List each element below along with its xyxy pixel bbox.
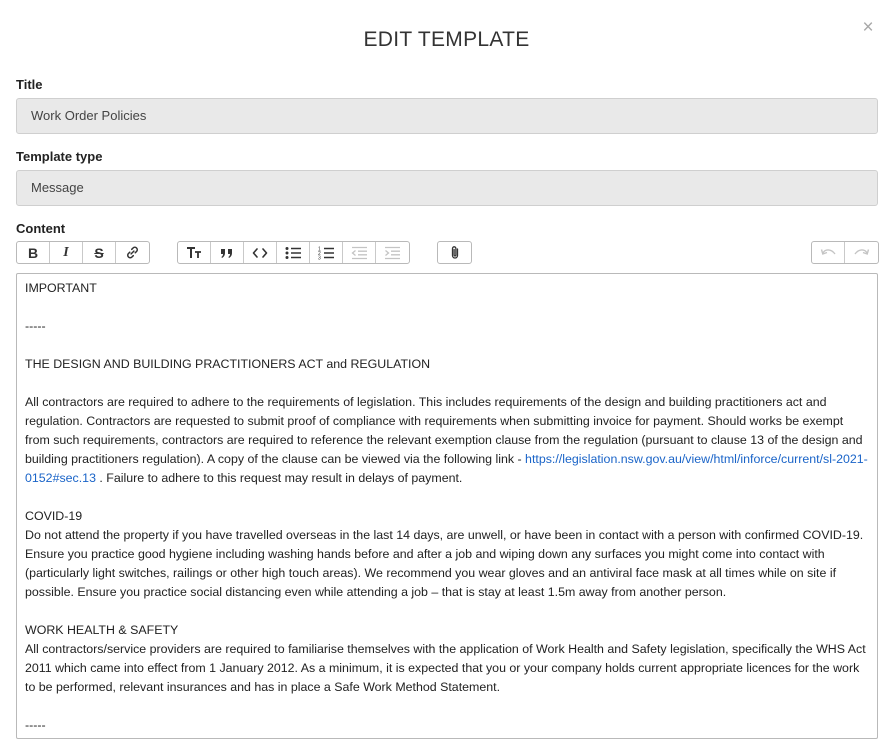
template-type-select[interactable]: Message (16, 170, 878, 206)
title-label: Title (16, 77, 43, 92)
content-label: Content (16, 221, 66, 236)
dialog-title: EDIT TEMPLATE (363, 28, 530, 51)
numbered-list-icon: 1 2 3 (318, 246, 334, 260)
whs-paragraph: All contractors/service providers are re… (25, 642, 866, 694)
whs-heading: WORK HEALTH & SAFETY (25, 623, 179, 637)
separator-line: ----- (25, 718, 46, 732)
attachment-icon (451, 246, 458, 259)
strikethrough-button[interactable]: S (83, 242, 116, 263)
bullet-list-button[interactable] (277, 242, 310, 263)
numbered-list-button[interactable]: 1 2 3 (310, 242, 343, 263)
dbp-paragraph: All contractors are required to adhere t… (25, 393, 869, 488)
history-toolbar (811, 241, 879, 264)
link-icon (127, 246, 138, 259)
dbp-text-end: . Failure to adhere to this request may … (95, 471, 463, 485)
template-type-label: Template type (16, 149, 103, 164)
outdent-icon (350, 246, 367, 259)
indent-button[interactable] (376, 242, 409, 263)
quote-icon (221, 248, 232, 258)
covid-paragraph: Do not attend the property if you have t… (25, 528, 864, 599)
bold-button[interactable]: B (17, 242, 50, 263)
redo-button[interactable] (845, 242, 878, 263)
bold-icon: B (27, 244, 39, 261)
undo-icon (820, 249, 836, 255)
italic-icon: I (63, 244, 69, 260)
attachment-toolbar (437, 241, 472, 264)
heading-button[interactable] (178, 242, 211, 263)
bullet-list-icon (285, 246, 301, 259)
attach-file-button[interactable] (438, 242, 471, 263)
heading-icon (187, 246, 201, 258)
covid-heading: COVID-19 (25, 509, 83, 523)
close-icon[interactable]: × (860, 18, 876, 37)
block-toolbar: 1 2 3 (177, 241, 410, 264)
dbp-heading: THE DESIGN AND BUILDING PRACTITIONERS AC… (25, 357, 431, 371)
title-field[interactable]: Work Order Policies (16, 98, 878, 134)
text-style-toolbar: B I S (16, 241, 150, 264)
indent-icon (385, 246, 400, 259)
italic-button[interactable]: I (50, 242, 83, 263)
svg-text:3: 3 (318, 255, 321, 260)
separator-line: ----- (25, 319, 46, 333)
undo-button[interactable] (812, 242, 845, 263)
important-line: IMPORTANT (25, 281, 97, 295)
content-editor[interactable]: IMPORTANT ----- THE DESIGN AND BUILDING … (16, 273, 878, 739)
quote-button[interactable] (211, 242, 244, 263)
outdent-button[interactable] (343, 242, 376, 263)
code-button[interactable] (244, 242, 277, 263)
link-button[interactable] (116, 242, 149, 263)
code-icon (252, 247, 268, 258)
strikethrough-icon: S (94, 244, 104, 261)
redo-icon (854, 249, 870, 255)
